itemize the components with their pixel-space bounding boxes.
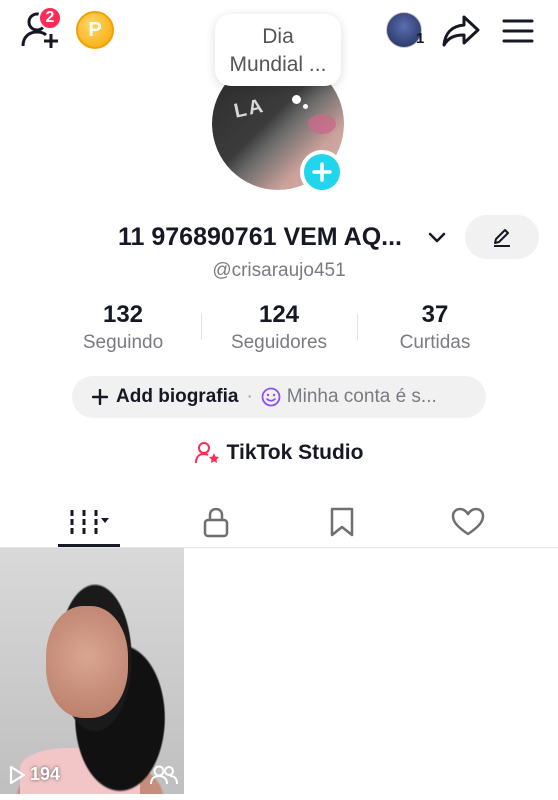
stat-value: 37 bbox=[421, 301, 449, 328]
menu-button[interactable] bbox=[498, 10, 538, 52]
profile-stats: 132 Seguindo 124 Seguidores 37 Curtidas bbox=[0, 300, 558, 360]
lock-icon bbox=[203, 507, 229, 538]
coin-rewards-button[interactable]: P bbox=[76, 11, 114, 49]
video-thumbnail[interactable] bbox=[0, 548, 184, 794]
notification-badge: 2 bbox=[38, 6, 62, 30]
bio-separator: · bbox=[246, 386, 253, 407]
account-status-label[interactable]: Minha conta é s... bbox=[287, 386, 437, 408]
tiktok-studio-label: TikTok Studio bbox=[226, 441, 364, 464]
share-profile-button[interactable] bbox=[440, 10, 482, 52]
creator-star-icon bbox=[194, 442, 219, 464]
stat-label: Curtidas bbox=[399, 332, 471, 353]
add-story-button[interactable] bbox=[300, 150, 344, 194]
tab-saved[interactable] bbox=[272, 496, 412, 548]
smiley-icon bbox=[261, 387, 281, 407]
stat-value: 124 bbox=[258, 301, 300, 328]
add-bio-label[interactable]: Add biografia bbox=[116, 386, 238, 408]
username: @crisaraujo451 bbox=[212, 260, 346, 281]
share-icon bbox=[442, 15, 480, 47]
bookmark-icon bbox=[330, 507, 354, 537]
profile-name-row: 11 976890761 VEM AQ... bbox=[0, 215, 558, 259]
display-name[interactable]: 11 976890761 VEM AQ... bbox=[118, 223, 402, 252]
avatar-detail bbox=[308, 114, 336, 134]
plus-icon bbox=[312, 162, 332, 182]
plus-icon bbox=[92, 389, 108, 405]
tab-videos[interactable] bbox=[20, 496, 160, 548]
profile-viewers-count: 1 bbox=[416, 30, 425, 47]
videos-grid-icon bbox=[70, 510, 109, 534]
pencil-icon bbox=[494, 229, 510, 247]
stat-followers[interactable]: 124 Seguidores bbox=[201, 300, 357, 356]
view-count-value: 194 bbox=[30, 764, 61, 784]
heart-icon bbox=[451, 507, 485, 536]
tiktok-studio-link[interactable]: TikTok Studio bbox=[0, 438, 558, 468]
profile-tabs bbox=[0, 496, 558, 548]
stat-label: Seguidores bbox=[230, 332, 328, 353]
tab-private[interactable] bbox=[146, 496, 286, 548]
video-view-count: 194 bbox=[8, 764, 60, 785]
note-bubble-tail bbox=[292, 95, 301, 104]
hamburger-menu-icon bbox=[502, 19, 534, 43]
edit-profile-button[interactable] bbox=[465, 215, 539, 259]
stat-label: Seguindo bbox=[82, 332, 164, 353]
active-tab-indicator bbox=[58, 544, 120, 547]
add-friends-button[interactable]: 2 bbox=[18, 6, 64, 52]
note-line-2: Mundial ... bbox=[229, 53, 327, 76]
note-line-1: Dia bbox=[262, 25, 294, 48]
audience-friends-icon bbox=[150, 765, 178, 785]
stat-value: 132 bbox=[102, 301, 144, 328]
stat-likes[interactable]: 37 Curtidas bbox=[357, 300, 513, 356]
note-bubble-tail-small bbox=[303, 104, 308, 109]
thumbnail-face bbox=[46, 606, 128, 718]
coin-icon: P bbox=[88, 18, 102, 41]
tab-liked[interactable] bbox=[398, 496, 538, 548]
chevron-down-icon[interactable] bbox=[426, 226, 448, 248]
play-icon bbox=[9, 765, 26, 784]
stat-following[interactable]: 132 Seguindo bbox=[45, 300, 201, 356]
note-bubble[interactable]: Dia Mundial ... bbox=[215, 14, 341, 86]
bio-pill[interactable]: Add biografia · Minha conta é s... bbox=[72, 376, 486, 418]
